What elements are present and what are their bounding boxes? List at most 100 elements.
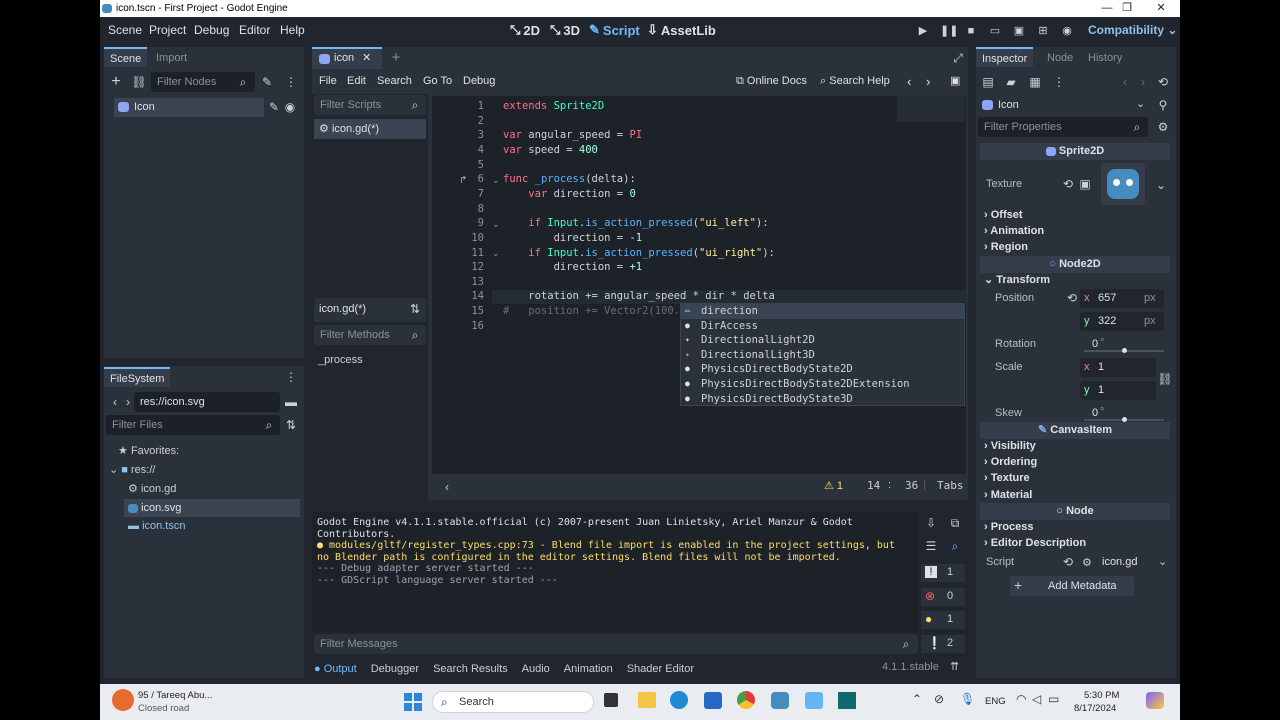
close-tab-icon[interactable]: ✕ (362, 51, 371, 64)
position-x-field[interactable]: x 657 px (1080, 289, 1164, 308)
clock-date[interactable]: 8/17/2024 (1074, 703, 1116, 714)
rotation-field[interactable]: 0 ° (1080, 335, 1164, 354)
bottom-tab-output[interactable]: ● Output (314, 663, 357, 675)
movie-maker-icon[interactable]: ◉ (1060, 24, 1074, 38)
code-line[interactable]: func _process(delta): (503, 173, 636, 185)
autocomplete-item[interactable]: ● PhysicsDirectBodyState2D (681, 362, 964, 377)
favorites-item[interactable]: ★ Favorites: (118, 444, 179, 457)
texture-region-icon[interactable]: ▣ (1076, 175, 1094, 193)
code-line[interactable]: direction = +1 (503, 261, 643, 273)
message-toggle[interactable]: ! 1 (921, 564, 965, 582)
code-line[interactable]: if Input.is_action_pressed("ui_left"): (503, 217, 768, 229)
distraction-free-icon[interactable]: ⤢ (949, 49, 967, 67)
app-icon[interactable] (838, 692, 856, 709)
revert-icon[interactable]: ⟲ (1063, 289, 1081, 307)
tab-scene[interactable]: Scene (104, 47, 148, 67)
collapse-left-icon[interactable]: ‹ (438, 478, 456, 496)
section-visibility[interactable]: › Visibility (984, 438, 1176, 454)
tools-icon[interactable]: ⚲ (1154, 96, 1172, 114)
autocomplete-item[interactable]: ● DirAccess (681, 319, 964, 334)
script-menu-debug[interactable]: Debug (463, 75, 495, 87)
chevron-up-icon[interactable]: ⌃ (912, 692, 922, 706)
scale-x-field[interactable]: x 1 (1080, 358, 1156, 377)
split-view-icon[interactable]: ▬ (282, 393, 300, 411)
menu-debug[interactable]: Debug (194, 23, 229, 37)
script-list-item[interactable]: ⚙ icon.gd(*) (314, 119, 426, 139)
section-material[interactable]: › Material (984, 487, 1176, 503)
copilot-icon[interactable] (1146, 692, 1164, 709)
language-indicator[interactable]: ENG (985, 696, 1006, 707)
taskbar-search[interactable]: ⌕ Search (432, 691, 594, 713)
remote-debug-icon[interactable]: ▭ (988, 24, 1002, 38)
code-line[interactable]: var speed = 400 (503, 144, 598, 156)
code-line[interactable]: # position += Vector2(100. (503, 305, 680, 317)
add-metadata-button[interactable]: + Add Metadata (1010, 576, 1134, 596)
volume-icon[interactable]: ◁ (1032, 692, 1041, 706)
edge-icon[interactable] (670, 691, 688, 709)
pause-icon[interactable]: ❚❚ (940, 24, 958, 38)
tab-filesystem[interactable]: FileSystem (104, 367, 171, 387)
method-item[interactable]: _process (318, 354, 363, 366)
open-folder-icon[interactable]: ▰ (1002, 73, 1020, 91)
code-line[interactable]: if Input.is_action_pressed("ui_right"): (503, 247, 775, 259)
workspace-script-button[interactable]: ✎ Script (589, 22, 640, 38)
code-line[interactable]: var direction = 0 (503, 188, 635, 200)
menu-scene[interactable]: Scene (108, 23, 142, 37)
prev-script-icon[interactable]: ‹ (907, 74, 911, 89)
visibility-eye-icon[interactable]: ◉ (281, 98, 299, 116)
godot-taskbar-icon[interactable] (771, 692, 789, 709)
bottom-tab-search-results[interactable]: Search Results (433, 663, 508, 675)
attach-script-icon[interactable]: ✎ (258, 73, 276, 91)
save-icon[interactable]: ▦ (1026, 73, 1044, 91)
tab-icon-script[interactable]: icon ✕ (312, 47, 382, 69)
file-icon-tscn[interactable]: ▬ icon.tscn (128, 520, 185, 532)
section-region[interactable]: › Region (984, 239, 1176, 255)
bottom-tab-shader-editor[interactable]: Shader Editor (627, 663, 694, 675)
sort-icon[interactable]: ⇅ (410, 302, 420, 316)
tab-history[interactable]: History (1082, 48, 1128, 68)
workspace-2d-button[interactable]: ⤡ 2D (510, 22, 540, 38)
code-line[interactable]: extends Sprite2D (503, 100, 604, 112)
bottom-tab-debugger[interactable]: Debugger (371, 663, 419, 675)
section-process[interactable]: › Process (984, 519, 1176, 535)
bottom-tab-animation[interactable]: Animation (564, 663, 613, 675)
filter-icon[interactable]: ☰ (922, 537, 940, 555)
online-docs-button[interactable]: ⧉ Online Docs (736, 75, 807, 88)
section-ordering[interactable]: › Ordering (984, 454, 1176, 470)
script-menu-file[interactable]: File (319, 75, 337, 87)
revert-icon[interactable]: ⟲ (1059, 553, 1077, 571)
file-explorer-icon[interactable] (638, 692, 656, 708)
history-icon[interactable]: ⟲ (1154, 73, 1172, 91)
battery-icon[interactable]: ▭ (1048, 692, 1059, 706)
play-icon[interactable]: ▶ (916, 24, 930, 38)
autocomplete-item[interactable]: ● PhysicsDirectBodyState3D (681, 392, 964, 407)
scale-y-field[interactable]: y 1 (1080, 381, 1156, 400)
revert-icon[interactable]: ⟲ (1059, 175, 1077, 193)
play-scene-icon[interactable]: ▣ (1012, 24, 1026, 38)
script-menu-goto[interactable]: Go To (423, 75, 452, 87)
chevron-down-icon[interactable]: ⌄ (1152, 176, 1170, 194)
indent-mode[interactable]: Tabs (937, 479, 964, 492)
skew-field[interactable]: 0 ° (1080, 404, 1164, 423)
play-custom-icon[interactable]: ⊞ (1036, 24, 1050, 38)
autocomplete-item[interactable]: ✦ DirectionalLight2D (681, 333, 964, 348)
version-label[interactable]: 4.1.1.stable (882, 661, 939, 673)
position-y-field[interactable]: y 322 px (1080, 312, 1164, 331)
autocomplete-popup[interactable]: ▭ direction ● DirAccess ✦ DirectionalLight2D ✦… (680, 303, 965, 406)
link-icon[interactable]: ⛓ (130, 73, 148, 91)
stop-icon[interactable]: ■ (964, 24, 978, 38)
autocomplete-item[interactable]: ● PhysicsDirectBodyState2DExtension (681, 377, 964, 392)
clear-log-icon[interactable]: ⇩ (922, 514, 940, 532)
kebab-menu-icon[interactable]: ⋮ (282, 368, 300, 386)
tab-import[interactable]: Import (150, 48, 193, 68)
sort-icon[interactable]: ⇅ (282, 416, 300, 434)
forward-icon[interactable]: › (1134, 73, 1152, 91)
search-help-button[interactable]: ⌕ Search Help (820, 75, 890, 88)
filter-properties-input[interactable]: Filter Properties (978, 117, 1148, 137)
expand-panel-icon[interactable]: ⇈ (950, 660, 959, 673)
section-animation[interactable]: › Animation (984, 223, 1176, 239)
texture-preview[interactable] (1101, 163, 1145, 205)
output-log[interactable]: Godot Engine v4.1.1.stable.official (c) … (312, 512, 918, 632)
filter-files-input[interactable]: Filter Files (106, 415, 280, 435)
close-icon[interactable]: ✕ (1144, 0, 1178, 17)
